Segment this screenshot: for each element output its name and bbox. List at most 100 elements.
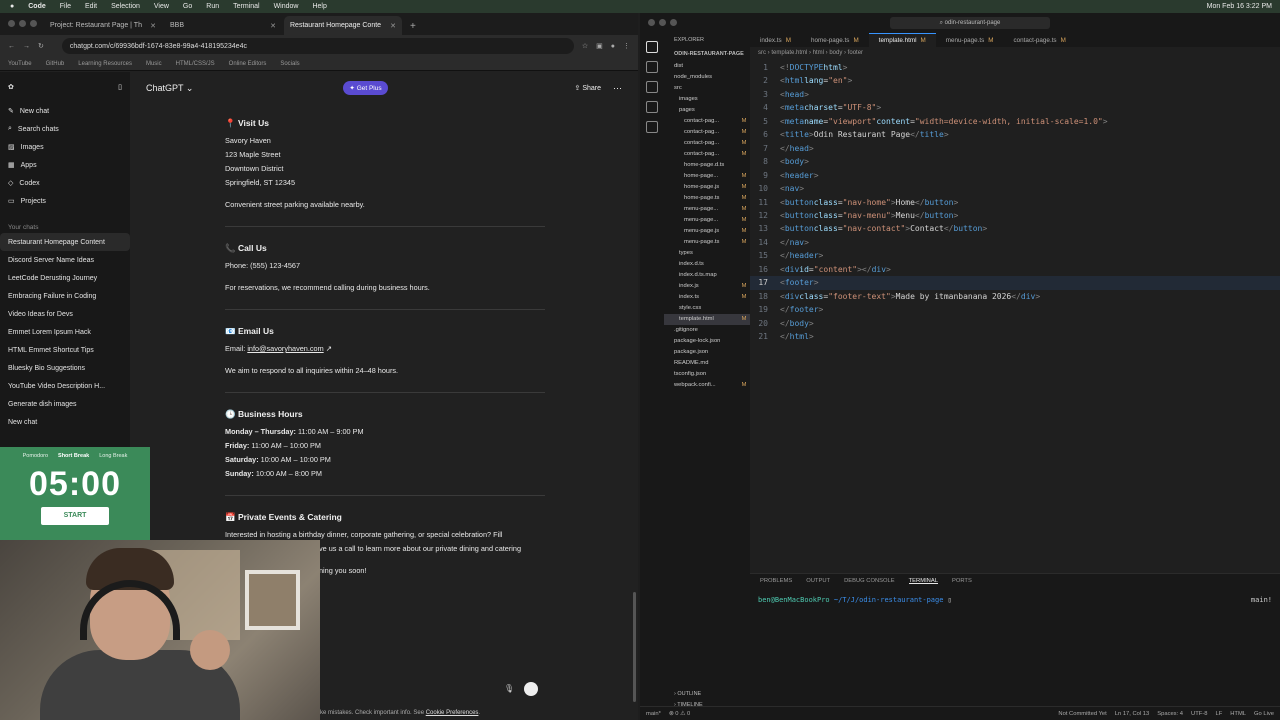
file-tree-item[interactable]: home-page.ts M bbox=[664, 193, 750, 204]
editor-tab[interactable]: template.html M bbox=[868, 33, 936, 47]
file-tree-item[interactable]: template.html M bbox=[664, 314, 750, 325]
mode-short-break[interactable]: Short Break bbox=[58, 453, 89, 459]
menu-view[interactable]: View bbox=[154, 3, 169, 10]
browser-menu-icon[interactable]: ⋮ bbox=[623, 42, 630, 50]
editor-tab[interactable]: contact-page.ts M bbox=[1004, 33, 1076, 47]
scrollbar[interactable] bbox=[633, 592, 636, 702]
tab-output[interactable]: OUTPUT bbox=[806, 578, 830, 584]
more-options-icon[interactable]: ⋯ bbox=[613, 83, 622, 94]
bookmark-online-editors[interactable]: Online Editors bbox=[229, 61, 267, 67]
close-icon[interactable]: ✕ bbox=[150, 22, 156, 30]
file-tree-item[interactable]: README.md bbox=[664, 358, 750, 369]
file-tree-item[interactable]: home-page.js M bbox=[664, 182, 750, 193]
run-debug-icon[interactable] bbox=[646, 101, 658, 113]
minimize-window-icon[interactable] bbox=[659, 19, 666, 26]
file-tree-item[interactable]: package.json bbox=[664, 347, 750, 358]
voice-mode-icon[interactable] bbox=[524, 682, 538, 696]
extensions-icon[interactable]: ▣ bbox=[596, 42, 603, 50]
file-tree-item[interactable]: contact-pag... M bbox=[664, 116, 750, 127]
menu-help[interactable]: Help bbox=[312, 3, 326, 10]
nav-apps[interactable]: ▦ Apps bbox=[0, 156, 130, 174]
chat-item[interactable]: Bluesky Bio Suggestions bbox=[0, 359, 130, 377]
url-input[interactable]: chatgpt.com/c/69936bdf-1674-83e8-99a4-41… bbox=[61, 38, 574, 54]
file-tree-item[interactable]: webpack.confi... M bbox=[664, 380, 750, 391]
maximize-window-icon[interactable] bbox=[670, 19, 677, 26]
tab-problems[interactable]: PROBLEMS bbox=[760, 578, 792, 584]
branch-status[interactable]: main* bbox=[646, 711, 661, 717]
terminal-prompt[interactable]: ben@BenMacBookPro ~/T/J/odin-restaurant-… bbox=[750, 588, 1280, 612]
profile-icon[interactable]: ● bbox=[611, 43, 615, 50]
file-tree-item[interactable]: node_modules bbox=[664, 72, 750, 83]
tab-terminal[interactable]: TERMINAL bbox=[908, 578, 938, 584]
blame-status[interactable]: Not Committed Yet bbox=[1058, 711, 1106, 717]
breadcrumb[interactable]: src › template.html › html › body › foot… bbox=[750, 47, 1280, 59]
file-tree-item[interactable]: src bbox=[664, 83, 750, 94]
bookmark-youtube[interactable]: YouTube bbox=[8, 61, 32, 67]
chat-item[interactable]: YouTube Video Description H... bbox=[0, 377, 130, 395]
menu-window[interactable]: Window bbox=[274, 3, 299, 10]
bookmark-music[interactable]: Music bbox=[146, 61, 162, 67]
file-tree-item[interactable]: package-lock.json bbox=[664, 336, 750, 347]
file-tree-item[interactable]: dist bbox=[664, 61, 750, 72]
minimize-window-icon[interactable] bbox=[19, 20, 26, 27]
editor-tab[interactable]: home-page.ts M bbox=[801, 33, 869, 47]
openai-logo-icon[interactable]: ✿ bbox=[8, 83, 14, 91]
reload-icon[interactable]: ↻ bbox=[38, 42, 44, 50]
file-tree-item[interactable]: home-page... M bbox=[664, 171, 750, 182]
menu-file[interactable]: File bbox=[60, 3, 71, 10]
chat-item[interactable]: LeetCode Derusting Journey bbox=[0, 269, 130, 287]
close-window-icon[interactable] bbox=[8, 20, 15, 27]
sidebar-toggle-icon[interactable]: ▯ bbox=[118, 83, 122, 91]
mode-pomodoro[interactable]: Pomodoro bbox=[23, 453, 48, 459]
nav-new-chat[interactable]: ✎ New chat bbox=[0, 102, 130, 120]
file-tree-item[interactable]: pages bbox=[664, 105, 750, 116]
outline-header[interactable]: › OUTLINE bbox=[664, 689, 750, 700]
file-tree-item[interactable]: types bbox=[664, 248, 750, 259]
browser-tab-active[interactable]: Restaurant Homepage Conte ✕ bbox=[284, 16, 402, 35]
cookie-preferences-link[interactable]: Cookie Preferences bbox=[426, 710, 479, 716]
menu-go[interactable]: Go bbox=[183, 3, 192, 10]
command-center-search[interactable]: ⌕ odin-restaurant-page bbox=[890, 17, 1050, 29]
explorer-icon[interactable] bbox=[646, 41, 658, 53]
chat-item[interactable]: Video Ideas for Devs bbox=[0, 305, 130, 323]
bookmark-star-icon[interactable]: ☆ bbox=[582, 42, 588, 50]
source-control-icon[interactable] bbox=[646, 81, 658, 93]
chat-item[interactable]: Restaurant Homepage Content bbox=[0, 233, 130, 251]
file-tree-item[interactable]: menu-page... M bbox=[664, 215, 750, 226]
extensions-icon[interactable] bbox=[646, 121, 658, 133]
tab-ports[interactable]: PORTS bbox=[952, 578, 972, 584]
problems-status[interactable]: ⊗ 0 ⚠ 0 bbox=[669, 711, 690, 717]
menu-run[interactable]: Run bbox=[206, 3, 219, 10]
file-tree-item[interactable]: .gitignore bbox=[664, 325, 750, 336]
chat-item[interactable]: Emmet Lorem Ipsum Hack bbox=[0, 323, 130, 341]
clock[interactable]: Mon Feb 16 3:22 PM bbox=[1207, 3, 1272, 10]
back-icon[interactable]: ← bbox=[8, 43, 15, 50]
bookmark-github[interactable]: GitHub bbox=[46, 61, 65, 67]
close-icon[interactable]: ✕ bbox=[270, 22, 276, 30]
language-status[interactable]: HTML bbox=[1230, 711, 1246, 717]
maximize-window-icon[interactable] bbox=[30, 20, 37, 27]
file-tree-item[interactable]: style.css bbox=[664, 303, 750, 314]
file-tree-item[interactable]: index.ts M bbox=[664, 292, 750, 303]
file-tree-item[interactable]: menu-page.ts M bbox=[664, 237, 750, 248]
file-tree-item[interactable]: home-page.d.ts bbox=[664, 160, 750, 171]
go-live-button[interactable]: Go Live bbox=[1254, 711, 1274, 717]
encoding-status[interactable]: UTF-8 bbox=[1191, 711, 1207, 717]
mode-long-break[interactable]: Long Break bbox=[99, 453, 127, 459]
file-tree-item[interactable]: menu-page... M bbox=[664, 204, 750, 215]
email-link[interactable]: info@savoryhaven.com bbox=[247, 344, 323, 353]
nav-images[interactable]: ▨ Images bbox=[0, 138, 130, 156]
file-tree-item[interactable]: tsconfig.json bbox=[664, 369, 750, 380]
code-area[interactable]: 1 <! DOCTYPE html > 2 < html lang = "en" > 3 < hea… bbox=[750, 59, 1280, 344]
file-tree-item[interactable]: images bbox=[664, 94, 750, 105]
chat-item[interactable]: Generate dish images bbox=[0, 395, 130, 413]
new-tab-icon[interactable]: + bbox=[404, 21, 422, 35]
chat-item[interactable]: New chat bbox=[0, 413, 130, 431]
file-tree-item[interactable]: index.js M bbox=[664, 281, 750, 292]
search-icon[interactable] bbox=[646, 61, 658, 73]
nav-projects[interactable]: ▭ Projects bbox=[0, 192, 130, 210]
chat-item[interactable]: Embracing Failure in Coding bbox=[0, 287, 130, 305]
start-button[interactable]: START bbox=[41, 507, 109, 525]
bookmark-socials[interactable]: Socials bbox=[280, 61, 299, 67]
browser-tab[interactable]: Project: Restaurant Page | Th ✕ bbox=[44, 16, 162, 35]
